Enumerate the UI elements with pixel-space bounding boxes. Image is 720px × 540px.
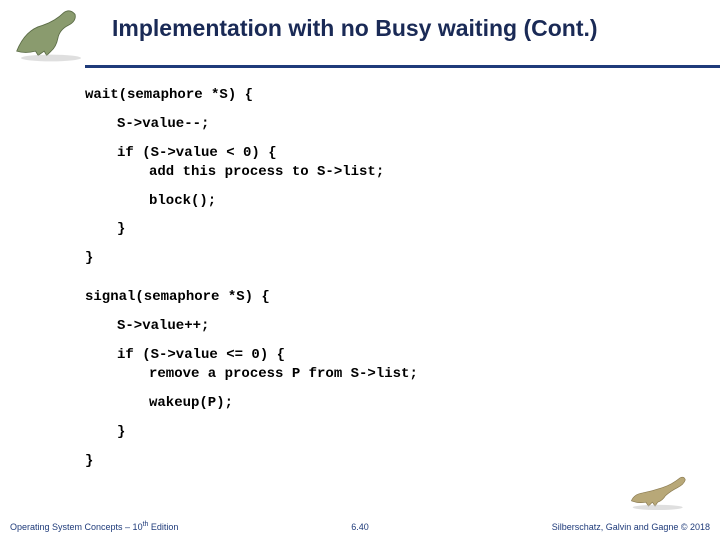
code-line: signal(semaphore *S) { — [85, 288, 720, 307]
code-line: remove a process P from S->list; — [85, 365, 720, 384]
slide-header: Implementation with no Busy waiting (Con… — [0, 0, 720, 68]
code-line: wait(semaphore *S) { — [85, 86, 720, 105]
dinosaur-footer-icon — [624, 468, 694, 514]
code-line: } — [85, 220, 720, 239]
code-line: } — [85, 423, 720, 442]
code-line: if (S->value < 0) { — [85, 144, 720, 163]
footer-edition-prefix: Operating System Concepts – 10 — [10, 522, 143, 532]
code-line: wakeup(P); — [85, 394, 720, 413]
footer-edition-suffix: Edition — [148, 522, 178, 532]
code-line: if (S->value <= 0) { — [85, 346, 720, 365]
slide-title: Implementation with no Busy waiting (Con… — [112, 15, 720, 42]
code-block: wait(semaphore *S) { S->value--; if (S->… — [0, 68, 720, 470]
header-divider — [85, 65, 720, 68]
copyright-text: Silberschatz, Galvin and Gagne © 2018 — [552, 522, 710, 532]
code-line: S->value++; — [85, 317, 720, 336]
code-line: block(); — [85, 192, 720, 211]
slide-footer: Operating System Concepts – 10th Edition… — [0, 514, 720, 534]
code-line: add this process to S->list; — [85, 163, 720, 182]
slide-number: 6.40 — [351, 522, 369, 532]
code-line: S->value--; — [85, 115, 720, 134]
dinosaur-logo-icon — [6, 4, 96, 64]
code-line: } — [85, 249, 720, 268]
footer-left-text: Operating System Concepts – 10th Edition — [10, 521, 178, 532]
